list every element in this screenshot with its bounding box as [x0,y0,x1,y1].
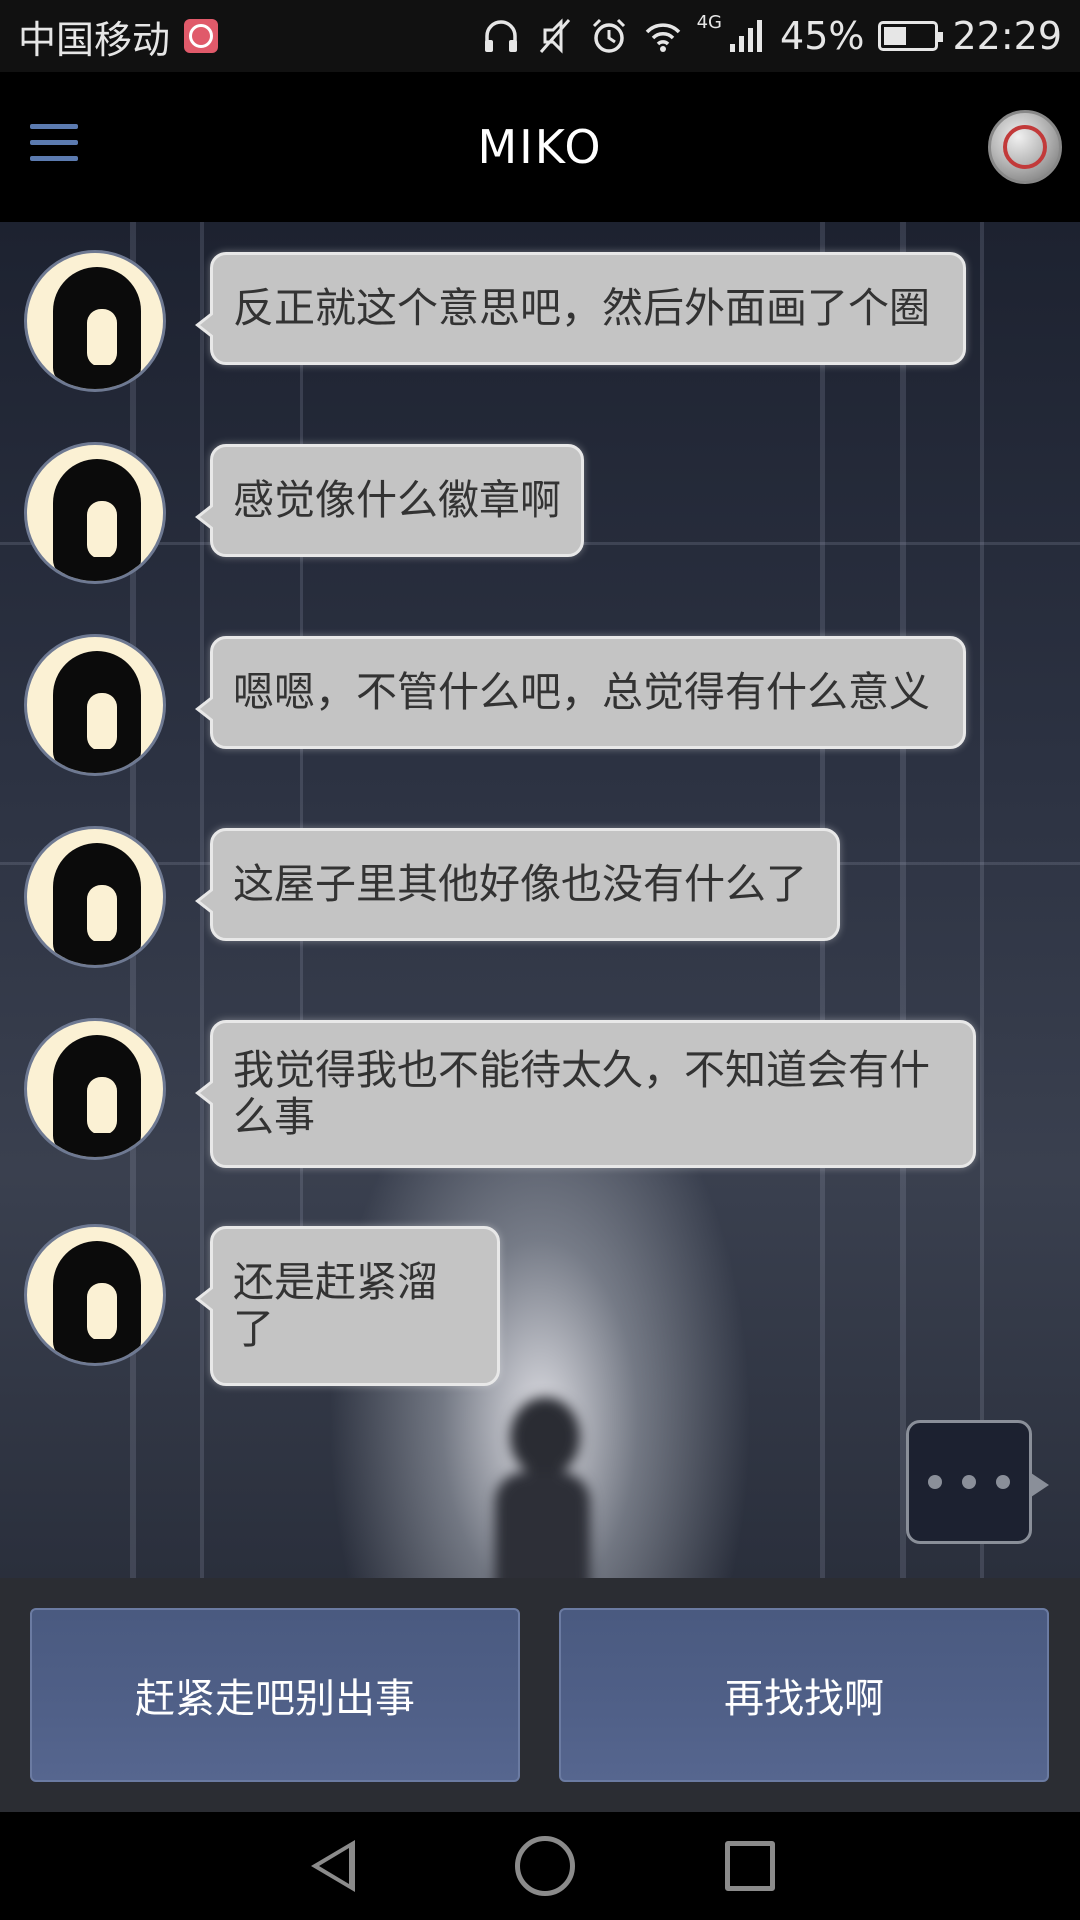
status-right: 4G 45% 22:29 [481,11,1062,58]
choice-leave-button[interactable]: 赶紧走吧别出事 [30,1608,520,1782]
avatar [24,1224,166,1366]
battery-percent: 45% [780,14,865,58]
recents-icon[interactable] [725,1841,775,1891]
message-bubble: 感觉像什么徽章啊 [195,444,584,557]
status-time: 22:29 [952,14,1062,58]
message-bubble: 我觉得我也不能待太久，不知道会有什么事 [195,1020,976,1168]
message-bubble: 还是赶紧溜了 [195,1226,500,1386]
chat-message: 我觉得我也不能待太久，不知道会有什么事 [24,1018,976,1168]
chat-message: 还是赶紧溜了 [24,1224,500,1386]
mute-icon [539,18,570,54]
dot-icon [928,1475,942,1489]
alarm-icon [592,18,625,53]
wifi-icon [645,23,680,52]
dot-icon [962,1475,976,1489]
battery-icon [878,21,944,51]
typing-indicator-button[interactable] [906,1420,1049,1544]
avatar [24,250,166,392]
system-nav-bar [0,1812,1080,1920]
chat-message: 反正就这个意思吧，然后外面画了个圈 [24,250,966,392]
battery-fill [884,27,907,45]
message-bubble: 这屋子里其他好像也没有什么了 [195,828,840,941]
choice-area: 赶紧走吧别出事 再找找啊 [0,1578,1080,1812]
choice-search-button[interactable]: 再找找啊 [559,1608,1049,1782]
signal-icon [730,20,763,52]
avatar [24,442,166,584]
home-icon[interactable] [515,1836,575,1896]
page-title: MIKO [477,120,603,174]
carrier-name: 中国移动 [18,17,171,62]
avatar [24,826,166,968]
chat-message: 嗯嗯，不管什么吧，总觉得有什么意义 [24,634,966,776]
dot-icon [996,1475,1010,1489]
avatar [24,1018,166,1160]
status-bar: 中国移动 4G 45% 22:29 [0,0,1080,72]
character-silhouette [470,1377,620,1578]
headphones-icon [484,20,517,52]
chat-area[interactable]: 反正就这个意思吧，然后外面画了个圈 感觉像什么徽章啊 嗯嗯，不管什么吧，总觉得有… [0,222,1080,1578]
chat-message: 感觉像什么徽章啊 [24,442,584,584]
notification-icon [184,19,219,53]
profile-avatar[interactable] [988,110,1062,184]
avatar [24,634,166,776]
app-header: MIKO [0,72,1080,222]
menu-icon[interactable] [30,124,78,164]
back-icon[interactable] [305,1836,365,1896]
message-bubble: 反正就这个意思吧，然后外面画了个圈 [195,252,966,365]
status-left: 中国移动 [18,9,219,64]
message-bubble: 嗯嗯，不管什么吧，总觉得有什么意义 [195,636,966,749]
chat-message: 这屋子里其他好像也没有什么了 [24,826,840,968]
network-type: 4G [696,11,723,33]
